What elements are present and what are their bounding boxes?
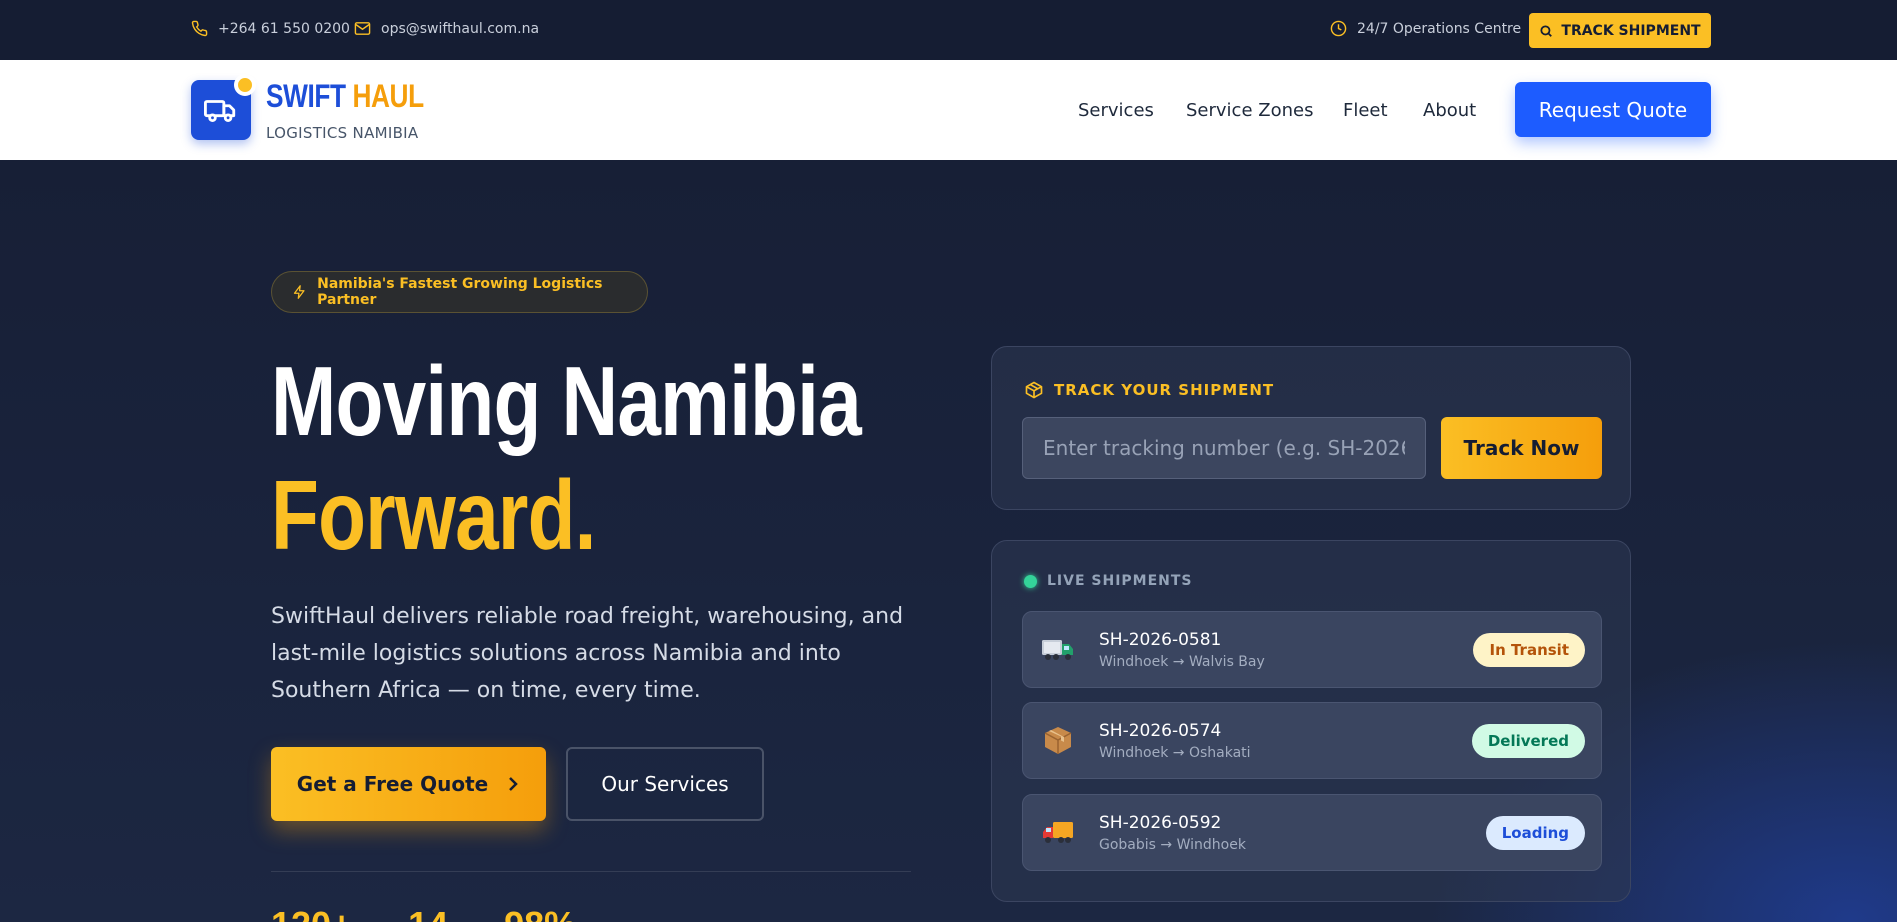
brand-subtitle: LOGISTICS NAMIBIA (266, 124, 419, 142)
shipment-route: Gobabis → Windhoek (1099, 837, 1246, 853)
nav-link-about[interactable]: About (1423, 100, 1476, 121)
shipment-route: Windhoek → Walvis Bay (1099, 654, 1265, 670)
hero-title-line1: Moving Namibia (271, 346, 862, 456)
shipment-row[interactable]: SH-2026-0592 Gobabis → Windhoek Loading (1022, 794, 1602, 871)
get-free-quote-button[interactable]: Get a Free Quote (271, 747, 546, 821)
topbar-email[interactable]: ops@swifthaul.com.na (354, 20, 539, 37)
tracking-number-input[interactable] (1022, 417, 1426, 479)
live-indicator-dot (1024, 574, 1037, 588)
hero-divider (271, 871, 911, 872)
stat-value: 120+ (271, 904, 352, 922)
track-shipment-label: TRACK SHIPMENT (1561, 22, 1701, 39)
brand-name[interactable]: SWIFT HAUL (266, 78, 424, 115)
delivery-truck-icon (1043, 822, 1073, 843)
logo-badge-dot (234, 74, 256, 96)
live-shipments-label-text: LIVE SHIPMENTS (1047, 573, 1193, 589)
hero-badge: Namibia's Fastest Growing Logistics Part… (271, 271, 648, 313)
hero-badge-text: Namibia's Fastest Growing Logistics Part… (317, 276, 603, 308)
nav-link-fleet[interactable]: Fleet (1343, 100, 1388, 121)
shipment-row[interactable]: SH-2026-0574 Windhoek → Oshakati Deliver… (1022, 702, 1602, 779)
main-nav: SWIFT HAUL LOGISTICS NAMIBIA Services Se… (0, 60, 1897, 160)
stat-value: 98% (504, 904, 576, 922)
live-shipments-label: LIVE SHIPMENTS (1024, 573, 1193, 589)
stat-value: 14 (408, 904, 448, 922)
mail-icon (354, 22, 371, 35)
nav-link-service-zones[interactable]: Service Zones (1186, 100, 1313, 121)
get-free-quote-label: Get a Free Quote (296, 772, 489, 796)
truck-logo-icon (204, 100, 236, 123)
hero-stats: 120+ 14 98% (271, 904, 576, 922)
package-icon (1044, 727, 1072, 754)
hero-title-line2: Forward. (271, 460, 596, 570)
topbar-phone[interactable]: +264 61 550 0200 (191, 20, 350, 37)
phone-number: +264 61 550 0200 (218, 20, 350, 37)
box-icon (1025, 381, 1043, 399)
live-shipments-card: LIVE SHIPMENTS SH-2026-0581 Windhoek → W… (991, 540, 1631, 902)
search-icon (1540, 24, 1553, 37)
track-shipment-button[interactable]: TRACK SHIPMENT (1529, 13, 1711, 48)
status-badge: Loading (1485, 816, 1585, 850)
nav-link-services[interactable]: Services (1078, 100, 1154, 121)
our-services-button[interactable]: Our Services (566, 747, 764, 821)
shipment-id: SH-2026-0574 (1099, 721, 1222, 741)
truck-icon (1042, 640, 1073, 660)
shipment-route: Windhoek → Oshakati (1099, 745, 1251, 761)
status-badge: Delivered (1471, 724, 1585, 758)
brand-name-haul: HAUL (352, 78, 424, 114)
track-shipment-card: TRACK YOUR SHIPMENT Track Now (991, 346, 1631, 510)
brand-name-swift: SWIFT (266, 78, 346, 114)
track-card-label-text: TRACK YOUR SHIPMENT (1054, 381, 1275, 399)
status-badge: In Transit (1473, 633, 1585, 667)
lightning-icon (293, 285, 305, 299)
hero-lead: SwiftHaul delivers reliable road freight… (271, 604, 904, 703)
clock-icon (1330, 20, 1347, 37)
shipment-id: SH-2026-0581 (1099, 630, 1222, 650)
chevron-right-icon (509, 777, 518, 791)
top-bar: +264 61 550 0200 ops@swifthaul.com.na 24… (0, 0, 1897, 60)
shipment-id: SH-2026-0592 (1099, 813, 1222, 833)
ops-hours-text: 24/7 Operations Centre (1357, 20, 1522, 37)
phone-icon (191, 20, 208, 37)
email-address: ops@swifthaul.com.na (381, 20, 540, 37)
track-card-label: TRACK YOUR SHIPMENT (1024, 380, 1274, 400)
request-quote-button[interactable]: Request Quote (1515, 82, 1711, 137)
shipment-row[interactable]: SH-2026-0581 Windhoek → Walvis Bay In Tr… (1022, 611, 1602, 688)
track-now-button[interactable]: Track Now (1441, 417, 1602, 479)
topbar-ops-hours: 24/7 Operations Centre (1330, 20, 1521, 37)
